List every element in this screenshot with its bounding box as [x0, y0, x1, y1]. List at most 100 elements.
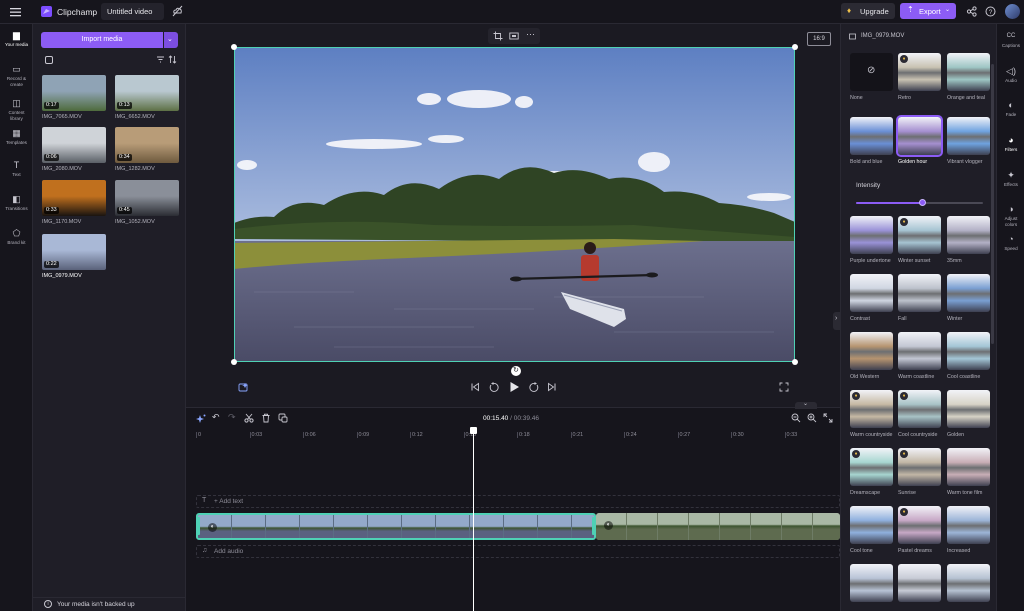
skip-back-icon[interactable]	[470, 382, 480, 392]
timeline-tick	[784, 432, 786, 438]
media-thumbnail[interactable]: 0:06	[42, 127, 106, 163]
scrollbar[interactable]	[991, 64, 994, 344]
clip-frame	[402, 515, 435, 538]
upgrade-button[interactable]: ♦ Upgrade	[841, 3, 895, 19]
timeline-tick	[463, 432, 465, 438]
clip-trim-handle-left[interactable]	[196, 517, 200, 535]
avatar[interactable]	[1005, 4, 1020, 19]
rail-item-brand-kit[interactable]: ⬠ Brand kit	[0, 228, 33, 246]
resize-handle[interactable]	[231, 44, 237, 50]
play-button[interactable]	[508, 381, 520, 393]
fullscreen-icon[interactable]	[779, 382, 789, 392]
filters-panel: IMG_0979.MOV ⊘ None ♦ Retro Orange and teal B…	[840, 24, 996, 611]
rail-item-label: Content library	[8, 110, 25, 121]
rail-item-label: Fade	[1005, 112, 1017, 117]
rail-item-filters[interactable]: ◕ Filters	[997, 135, 1024, 153]
media-thumbnail[interactable]: 0:22	[42, 234, 106, 270]
rewind-5-icon[interactable]	[488, 382, 499, 393]
rail-item-text[interactable]: T Text	[0, 160, 33, 178]
resize-handle[interactable]	[792, 44, 798, 50]
filter-option[interactable]	[850, 274, 893, 312]
resize-handle[interactable]	[792, 359, 798, 365]
video-preview[interactable]	[234, 47, 795, 362]
timeline-ruler[interactable]: 0 0:03 0:06 0:09 0:12 0:15 0:18 0:21 0:24 0:27 0:3…	[186, 408, 840, 444]
filter-option[interactable]	[898, 564, 941, 602]
more-options-icon[interactable]: ⋯	[526, 29, 535, 40]
rail-item-camera[interactable]: ▭ Record & create	[0, 64, 33, 87]
skip-forward-icon[interactable]	[547, 382, 557, 392]
export-button[interactable]: ⇡ Export ⌄	[900, 3, 956, 19]
text-track[interactable]: T + Add text	[196, 495, 840, 508]
crop-icon[interactable]	[493, 31, 503, 41]
playhead[interactable]	[473, 428, 474, 611]
playhead-handle[interactable]	[470, 427, 477, 434]
filter-option[interactable]: ♦	[850, 448, 893, 486]
import-options-button[interactable]: ⌄	[164, 32, 178, 48]
fit-icon[interactable]	[509, 31, 519, 41]
rail-item-captions[interactable]: CC Captions	[997, 31, 1024, 49]
select-all-checkbox[interactable]	[45, 56, 53, 64]
rail-item-speed[interactable]: ◔ Speed	[997, 234, 1024, 252]
rail-item-adjust-colors[interactable]: ◑ Adjust colors	[997, 204, 1024, 227]
media-duration: 0:33	[44, 207, 59, 214]
filter-option[interactable]	[896, 115, 943, 157]
filter-option[interactable]	[947, 390, 990, 428]
forward-5-icon[interactable]	[529, 382, 540, 393]
aspect-ratio-button[interactable]: 16:9	[807, 32, 831, 46]
filter-option[interactable]	[947, 332, 990, 370]
backup-notice[interactable]: i Your media isn't backed up	[33, 597, 186, 611]
filter-option[interactable]: ⊘	[850, 53, 893, 91]
filter-option[interactable]	[947, 117, 990, 155]
magic-edit-icon[interactable]	[238, 382, 249, 393]
media-thumbnail[interactable]: 0:13	[115, 75, 179, 111]
audio-track[interactable]: ♫ Add audio	[196, 545, 840, 558]
filter-option[interactable]	[850, 332, 893, 370]
project-title-field[interactable]: Untitled video	[101, 3, 164, 20]
rail-item-transitions[interactable]: ◧ Transitions	[0, 194, 33, 212]
filter-option[interactable]	[947, 448, 990, 486]
filter-option[interactable]: ♦	[898, 53, 941, 91]
media-thumbnail[interactable]: 0:34	[115, 127, 179, 163]
rail-item-library[interactable]: ◫ Content library	[0, 98, 33, 121]
cloud-sync-icon[interactable]	[172, 5, 183, 17]
filter-option[interactable]	[947, 564, 990, 602]
intensity-slider[interactable]	[856, 199, 983, 206]
resize-handle[interactable]	[231, 359, 237, 365]
filter-option[interactable]	[850, 216, 893, 254]
filter-option[interactable]	[850, 564, 893, 602]
filter-option[interactable]	[850, 117, 893, 155]
media-panel: Import media ⌄ 0:17 IMG_7065.MOV 0:13 IMG_6…	[33, 24, 186, 611]
rail-item-label: Captions	[1001, 43, 1021, 48]
filter-option[interactable]	[947, 274, 990, 312]
rail-item-folder[interactable]: ▆ Your media	[0, 30, 33, 48]
filter-option[interactable]	[947, 506, 990, 544]
hamburger-menu-icon[interactable]	[9, 6, 22, 18]
rotate-handle[interactable]: ↻	[511, 366, 521, 376]
video-clip[interactable]: ◐	[596, 513, 840, 540]
rail-item-audio[interactable]: ◁) Audio	[997, 66, 1024, 84]
rail-item-templates[interactable]: ▦ Templates	[0, 128, 33, 146]
filter-option[interactable]: ♦	[898, 390, 941, 428]
import-media-button[interactable]: Import media	[41, 32, 163, 48]
share-icon[interactable]	[966, 6, 977, 17]
filter-option[interactable]	[898, 332, 941, 370]
sort-icon[interactable]	[168, 55, 177, 64]
media-thumbnail[interactable]: 0:17	[42, 75, 106, 111]
filter-option[interactable]: ♦	[850, 390, 893, 428]
help-icon[interactable]: ?	[985, 6, 996, 17]
media-thumbnail[interactable]: 0:33	[42, 180, 106, 216]
filter-option[interactable]	[898, 274, 941, 312]
collapse-property-panel-button[interactable]: ›	[833, 312, 840, 330]
rail-item-effects[interactable]: ✦ Effects	[997, 170, 1024, 188]
filter-option[interactable]	[947, 216, 990, 254]
filter-icon[interactable]	[156, 55, 165, 64]
filter-option[interactable]: ♦	[898, 216, 941, 254]
rail-item-fade[interactable]: ◐ Fade	[997, 100, 1024, 118]
intensity-slider-thumb[interactable]	[918, 199, 926, 206]
filter-option[interactable]	[947, 53, 990, 91]
video-clip-selected[interactable]: ◐	[196, 513, 596, 540]
media-thumbnail[interactable]: 0:45	[115, 180, 179, 216]
filter-option[interactable]	[850, 506, 893, 544]
filter-option[interactable]: ♦	[898, 448, 941, 486]
filter-option[interactable]: ♦	[898, 506, 941, 544]
